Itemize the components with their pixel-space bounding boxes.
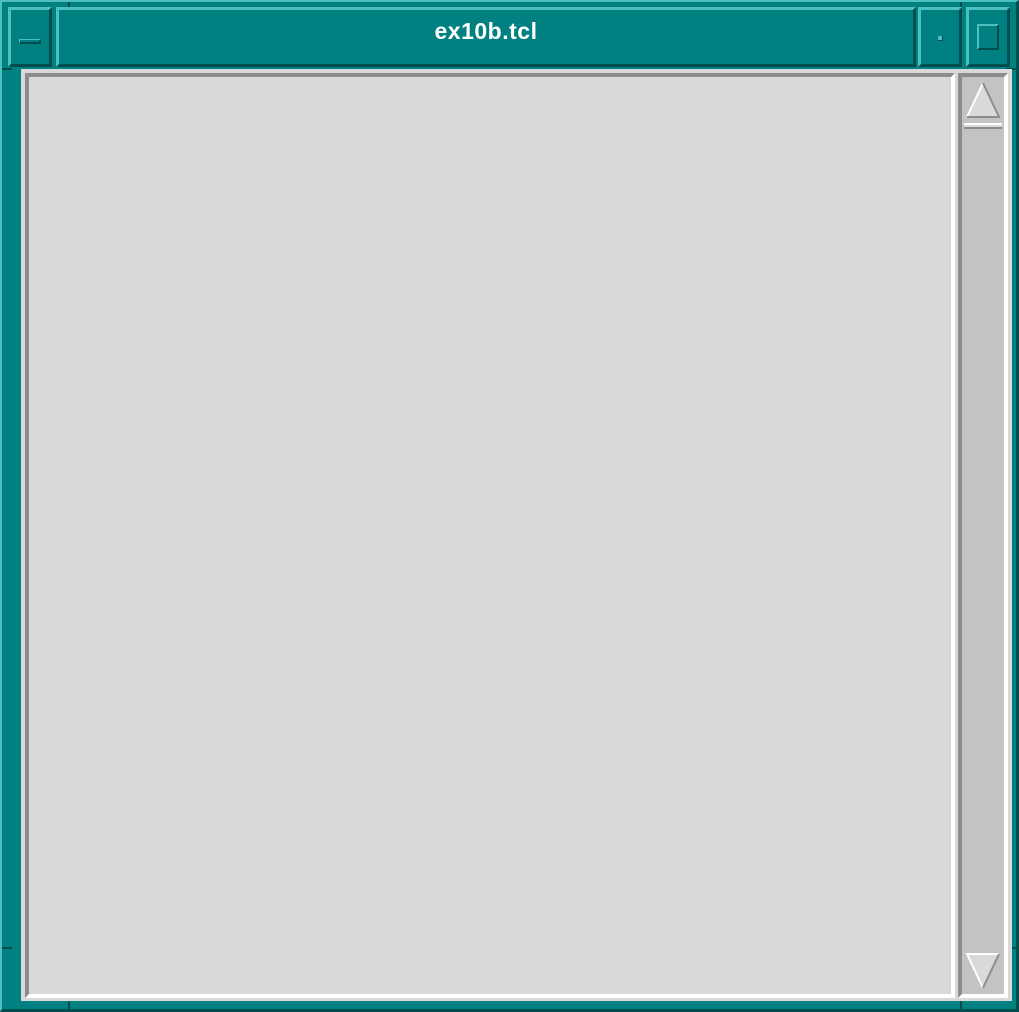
arrow-up-icon bbox=[966, 82, 1001, 118]
canvas-area[interactable] bbox=[25, 73, 955, 998]
window-menu-icon bbox=[19, 39, 41, 44]
arrow-down-icon bbox=[965, 953, 1000, 989]
scroll-thumb[interactable] bbox=[964, 123, 1002, 129]
window-menu-button[interactable] bbox=[8, 7, 52, 67]
resize-corner-notch bbox=[2, 947, 12, 949]
scroll-up-button[interactable] bbox=[964, 79, 1002, 121]
title-area[interactable]: ex10b.tcl bbox=[56, 7, 916, 67]
window-title: ex10b.tcl bbox=[434, 17, 538, 44]
client-area bbox=[21, 69, 1012, 1001]
maximize-button[interactable] bbox=[966, 7, 1010, 67]
minimize-icon bbox=[938, 36, 943, 41]
title-bar[interactable]: ex10b.tcl bbox=[6, 7, 1011, 69]
minimize-button[interactable] bbox=[918, 7, 962, 67]
maximize-icon bbox=[977, 24, 999, 50]
scroll-down-button[interactable] bbox=[964, 950, 1002, 992]
vertical-scrollbar[interactable] bbox=[958, 73, 1008, 998]
